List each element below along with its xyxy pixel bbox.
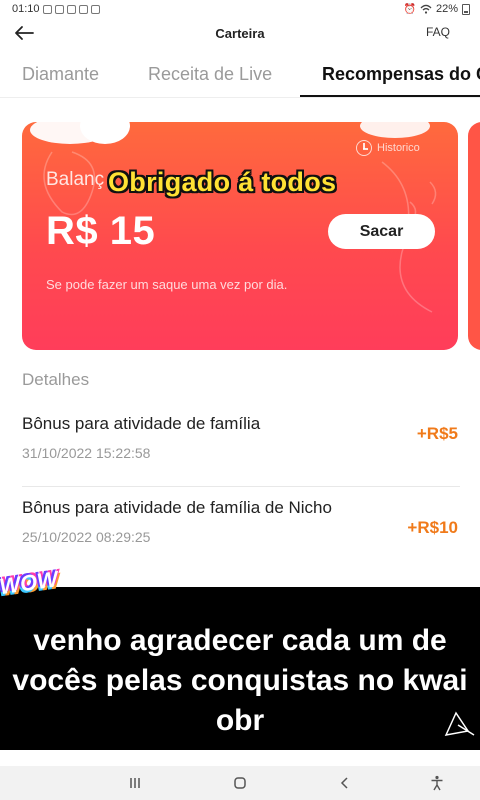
withdraw-note: Se pode fazer um saque uma vez por dia. [46,277,288,292]
active-tab-indicator [300,95,480,97]
accessibility-button[interactable] [426,774,448,792]
wallet-tabs: Diamante Receita de Live Recompensas do … [0,52,480,98]
transaction-title: Bônus para atividade de família [22,414,261,433]
transaction-date: 25/10/2022 08:29:25 [22,529,151,545]
faq-link[interactable]: FAQ [426,25,450,39]
balance-card: Historico Balanç R$ 15 Sacar Se pode faz… [22,122,458,350]
battery-icon [462,3,470,15]
transaction-amount: +R$5 [416,424,458,443]
screen: 01:10 ⏰ 22% Carteira FAQ Diamante Receit… [0,0,480,800]
status-time: 01:10 [12,3,40,15]
video-subtitle: venho agradecer cada um de vocês pelas c… [0,587,480,750]
balance-amount: R$ 15 [46,209,156,253]
home-button[interactable] [229,774,251,792]
transaction-date: 31/10/2022 15:22:58 [22,445,151,461]
app-header: Carteira FAQ [0,18,480,48]
clock-icon [356,140,372,156]
transaction-title: Bônus para atividade de família de Nicho [22,498,332,517]
status-left: 01:10 [12,3,100,15]
sparkle-icon [444,711,475,736]
status-bar: 01:10 ⏰ 22% [0,0,480,18]
subtitle-text: venho agradecer cada um de vocês pelas c… [12,624,468,737]
system-nav-bar [0,766,480,800]
notification-icon [78,4,88,14]
recents-icon [130,778,140,788]
tab-diamante[interactable]: Diamante [22,64,99,85]
battery-percent: 22% [435,3,458,15]
balance-label: Balanç [46,169,105,190]
tab-receita-de-live[interactable]: Receita de Live [148,64,272,85]
status-right: ⏰ 22% [404,3,470,15]
row-divider [22,486,460,487]
system-back-button[interactable] [334,774,356,792]
wifi-icon [420,4,432,14]
home-icon [234,777,246,789]
notification-icon [66,4,76,14]
transaction-row: Bônus para atividade de família 31/10/20… [22,412,458,461]
transaction-amount: +R$10 [407,518,458,537]
notification-icon [42,4,52,14]
notification-icon [90,4,100,14]
notification-icon [54,4,64,14]
accessibility-icon [431,775,443,791]
back-icon [340,777,348,789]
withdraw-button[interactable]: Sacar [328,214,435,249]
next-card-peek [468,122,480,350]
alarm-icon: ⏰ [403,3,416,15]
tab-recompensas[interactable]: Recompensas do C [322,64,480,85]
history-link[interactable]: Historico [356,140,420,156]
page-title: Carteira [215,25,265,41]
history-label: Historico [377,142,420,154]
transaction-row: Bônus para atividade de família de Nicho… [22,496,458,545]
details-title: Detalhes [22,370,90,389]
recents-button[interactable] [124,774,146,792]
video-overlay-title: Obrigado á todos [108,167,337,197]
